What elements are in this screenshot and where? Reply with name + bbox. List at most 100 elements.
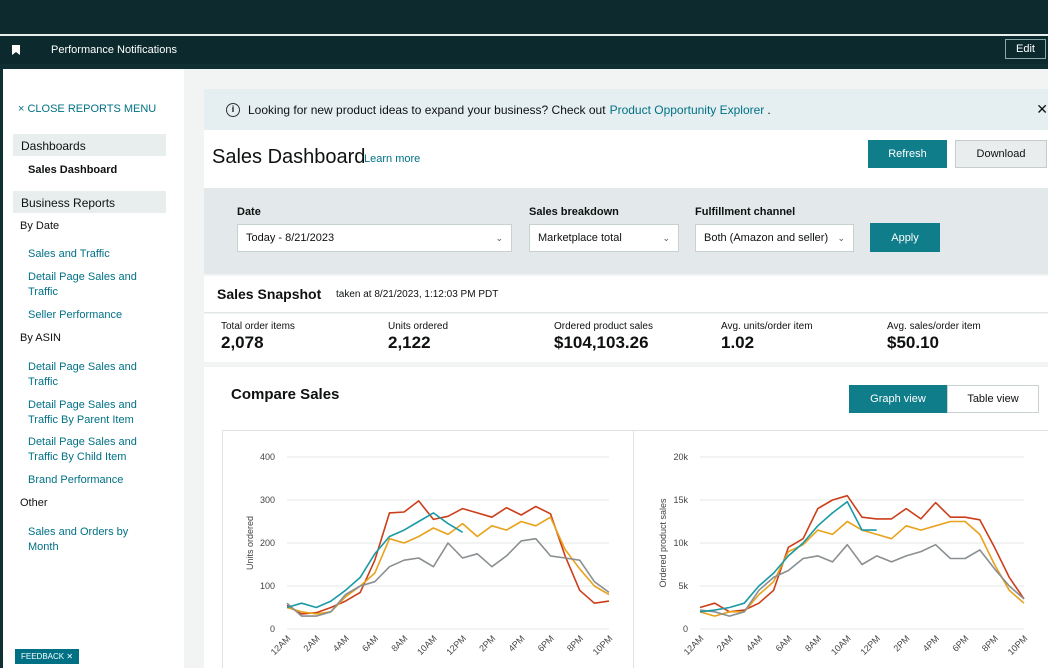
metric-label: Total order items bbox=[221, 321, 295, 332]
metric-label: Avg. units/order item bbox=[721, 321, 813, 332]
series-line-2 bbox=[699, 543, 1025, 617]
sales-breakdown-select[interactable]: Marketplace total ⌄ bbox=[529, 224, 679, 252]
reports-sidebar: × CLOSE REPORTS MENU Dashboards Sales Da… bbox=[3, 69, 183, 668]
x-tick-label: 8PM bbox=[565, 633, 585, 653]
y-tick-label: 200 bbox=[260, 538, 275, 548]
fulfillment-channel-value: Both (Amazon and seller) bbox=[704, 232, 829, 244]
x-tick-label: 10PM bbox=[1006, 633, 1030, 657]
x-tick-label: 12AM bbox=[269, 633, 293, 657]
metric-value: 1.02 bbox=[721, 333, 755, 352]
metric-value: 2,078 bbox=[221, 333, 264, 352]
x-tick-label: 6AM bbox=[774, 633, 794, 653]
performance-notifications-title[interactable]: Performance Notifications bbox=[51, 44, 177, 56]
reports-frame: × CLOSE REPORTS MENU Dashboards Sales Da… bbox=[3, 69, 1048, 668]
metric-value: 2,122 bbox=[388, 333, 431, 352]
sidebar-item-seller-performance[interactable]: Seller Performance bbox=[28, 308, 148, 323]
banner-period: . bbox=[767, 102, 771, 117]
info-banner: i Looking for new product ideas to expan… bbox=[204, 89, 1048, 130]
metric-avg-sales-per-order: Avg. sales/order item $50.10 bbox=[887, 321, 981, 353]
sidebar-item-sales-dashboard[interactable]: Sales Dashboard bbox=[28, 164, 117, 176]
snapshot-metrics: Total order items 2,078 Units ordered 2,… bbox=[204, 314, 1048, 362]
y-axis-label: Ordered product sales bbox=[658, 498, 668, 588]
series-line-1 bbox=[699, 520, 1025, 617]
close-reports-menu-link[interactable]: × CLOSE REPORTS MENU bbox=[18, 103, 156, 115]
graph-view-button[interactable]: Graph view bbox=[849, 385, 947, 413]
chevron-down-icon: ⌄ bbox=[837, 233, 845, 243]
table-view-button[interactable]: Table view bbox=[947, 385, 1039, 413]
apply-button[interactable]: Apply bbox=[870, 223, 940, 252]
metric-label: Ordered product sales bbox=[554, 321, 653, 332]
edit-button[interactable]: Edit bbox=[1005, 39, 1046, 59]
metric-label: Avg. sales/order item bbox=[887, 321, 981, 332]
sales-breakdown-label: Sales breakdown bbox=[529, 206, 619, 218]
refresh-button[interactable]: Refresh bbox=[868, 140, 947, 168]
series-line-2 bbox=[286, 537, 610, 617]
metric-avg-units-per-order: Avg. units/order item 1.02 bbox=[721, 321, 813, 353]
metric-total-order-items: Total order items 2,078 bbox=[221, 321, 295, 353]
date-select[interactable]: Today - 8/21/2023 ⌄ bbox=[237, 224, 512, 252]
feedback-button[interactable]: FEEDBACK ✕ bbox=[15, 649, 80, 664]
y-tick-label: 20k bbox=[673, 452, 688, 462]
sidebar-item-detail-page-sales-traffic[interactable]: Detail Page Sales and Traffic bbox=[28, 270, 148, 300]
x-tick-label: 6PM bbox=[536, 633, 556, 653]
sidebar-group-by-asin: By ASIN bbox=[20, 332, 61, 344]
sidebar-item-sales-and-traffic[interactable]: Sales and Traffic bbox=[28, 247, 148, 262]
metric-value: $50.10 bbox=[887, 333, 939, 352]
y-tick-label: 300 bbox=[260, 495, 275, 505]
metric-units-ordered: Units ordered 2,122 bbox=[388, 321, 448, 353]
y-tick-label: 400 bbox=[260, 452, 275, 462]
x-tick-label: 12AM bbox=[682, 633, 706, 657]
sidebar-group-other: Other bbox=[20, 497, 48, 509]
ordered-product-sales-chart: 0 5k 10k 15k 20k Ordered product sales 12AM 2AM… bbox=[658, 452, 1030, 657]
sidebar-item-asin-detail-page[interactable]: Detail Page Sales and Traffic bbox=[28, 360, 148, 390]
series-line-1 bbox=[286, 516, 610, 615]
x-tick-label: 2PM bbox=[891, 633, 911, 653]
x-tick-label: 10AM bbox=[829, 633, 853, 657]
x-tick-label: 4PM bbox=[921, 633, 941, 653]
x-tick-label: 10AM bbox=[415, 633, 439, 657]
sidebar-item-brand-performance[interactable]: Brand Performance bbox=[28, 473, 148, 488]
x-tick-label: 12PM bbox=[858, 633, 882, 657]
compare-sales-title: Compare Sales bbox=[231, 386, 340, 403]
y-tick-label: 100 bbox=[260, 581, 275, 591]
learn-more-link[interactable]: Learn more bbox=[364, 153, 420, 165]
metric-ordered-product-sales: Ordered product sales $104,103.26 bbox=[554, 321, 653, 353]
y-tick-label: 0 bbox=[270, 624, 275, 634]
x-tick-label: 6AM bbox=[360, 633, 380, 653]
page-title: Sales Dashboard bbox=[212, 146, 366, 168]
x-tick-label: 6PM bbox=[950, 633, 970, 653]
chevron-down-icon: ⌄ bbox=[495, 233, 503, 243]
y-tick-label: 5k bbox=[678, 581, 688, 591]
snapshot-timestamp: taken at 8/21/2023, 1:12:03 PM PDT bbox=[336, 289, 499, 300]
fulfillment-channel-select[interactable]: Both (Amazon and seller) ⌄ bbox=[695, 224, 854, 252]
x-tick-label: 8PM bbox=[980, 633, 1000, 653]
x-tick-label: 8AM bbox=[803, 633, 823, 653]
x-tick-label: 10PM bbox=[591, 633, 615, 657]
info-icon: i bbox=[226, 102, 240, 117]
date-select-value: Today - 8/21/2023 bbox=[246, 232, 335, 244]
compare-sales-panel: Compare Sales Graph view Table view 0 100… bbox=[204, 367, 1048, 668]
close-icon[interactable]: ✕ bbox=[1036, 101, 1048, 118]
metric-value: $104,103.26 bbox=[554, 333, 649, 352]
x-tick-label: 8AM bbox=[389, 633, 409, 653]
x-tick-label: 4AM bbox=[331, 633, 351, 653]
units-ordered-chart: 0 100 200 300 400 Units ordered 12AM 2AM 4AM 6AM 8… bbox=[245, 452, 615, 657]
x-tick-label: 2AM bbox=[302, 633, 322, 653]
sidebar-section-business-reports[interactable]: Business Reports bbox=[13, 191, 166, 213]
banner-text: Looking for new product ideas to expand … bbox=[248, 102, 606, 117]
sidebar-item-sales-orders-by-month[interactable]: Sales and Orders by Month bbox=[28, 525, 148, 555]
x-tick-label: 2AM bbox=[715, 633, 735, 653]
performance-notifications-bar: Performance Notifications Edit bbox=[0, 36, 1048, 64]
dashboard-main: i Looking for new product ideas to expan… bbox=[184, 69, 1048, 668]
sidebar-item-asin-parent-item[interactable]: Detail Page Sales and Traffic By Parent … bbox=[28, 398, 148, 428]
x-tick-label: 4PM bbox=[506, 633, 526, 653]
y-tick-label: 0 bbox=[683, 624, 688, 634]
product-opportunity-explorer-link[interactable]: Product Opportunity Explorer bbox=[610, 103, 765, 117]
window-top-band bbox=[0, 0, 1048, 36]
x-tick-label: 2PM bbox=[477, 633, 497, 653]
sidebar-group-by-date: By Date bbox=[20, 220, 60, 232]
sidebar-item-asin-child-item[interactable]: Detail Page Sales and Traffic By Child I… bbox=[28, 435, 148, 465]
y-axis-label: Units ordered bbox=[245, 516, 255, 570]
download-button[interactable]: Download bbox=[955, 140, 1047, 168]
sidebar-section-dashboards[interactable]: Dashboards bbox=[13, 134, 166, 156]
